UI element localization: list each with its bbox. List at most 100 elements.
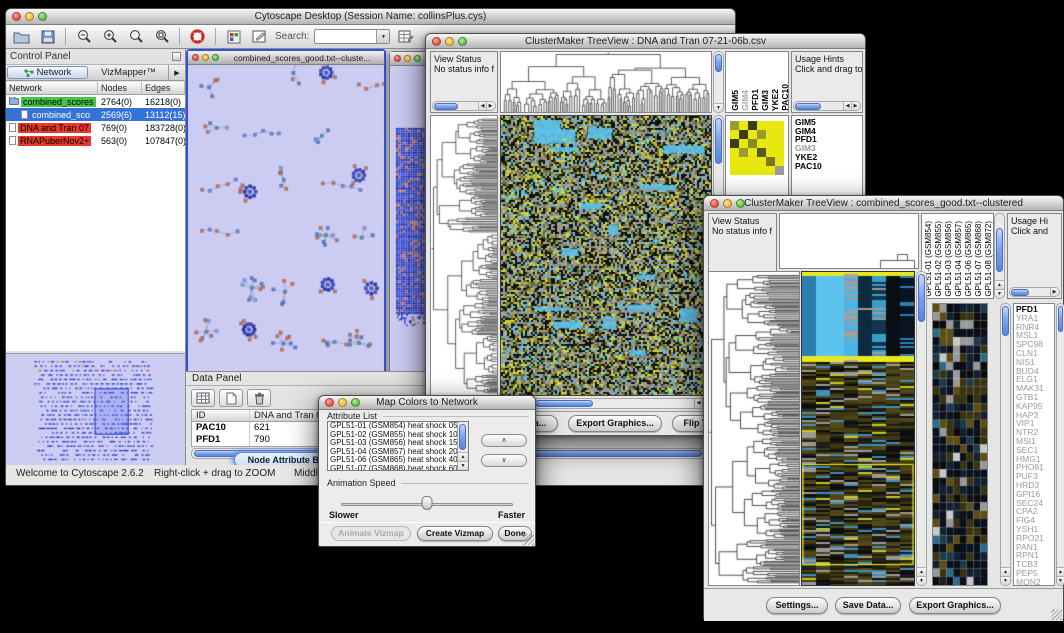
row-dendrogram-canvas[interactable] bbox=[431, 116, 497, 395]
gene-label[interactable]: MON2 bbox=[1016, 578, 1054, 586]
column-label[interactable]: GIM4 bbox=[741, 90, 750, 111]
scroll-thumb[interactable] bbox=[1002, 306, 1009, 336]
new-attribute-button[interactable] bbox=[219, 389, 243, 407]
move-down-button[interactable]: ∨ bbox=[481, 454, 527, 467]
experiment-column-labels[interactable]: GPL51-01 (GSM854)GPL51-02 (GSM855)GPL51-… bbox=[921, 213, 994, 299]
network-list-header[interactable]: Network Nodes Edges bbox=[6, 82, 185, 95]
heatmap-canvas[interactable] bbox=[802, 272, 914, 585]
scroll-up-icon[interactable]: ▲ bbox=[1001, 567, 1010, 576]
scroll-up-icon[interactable]: ▲ bbox=[917, 567, 926, 576]
scroll-up-icon[interactable]: ▲ bbox=[995, 280, 1004, 289]
dialog-titlebar[interactable]: Map Colors to Network bbox=[319, 396, 535, 410]
scroll-up-icon[interactable]: ▲ bbox=[458, 452, 468, 461]
column-dendrogram-canvas[interactable] bbox=[501, 52, 711, 112]
column-label[interactable]: GIM5 bbox=[731, 90, 740, 111]
minimize-icon[interactable] bbox=[723, 199, 732, 208]
network-view-canvas[interactable] bbox=[188, 65, 384, 377]
col-header-network[interactable]: Network bbox=[6, 82, 98, 95]
zoom-icon[interactable] bbox=[351, 398, 360, 407]
zoom-selected-icon[interactable] bbox=[151, 27, 172, 46]
table-edit-icon[interactable] bbox=[395, 27, 416, 46]
zoom-out-icon[interactable] bbox=[73, 27, 94, 46]
close-icon[interactable] bbox=[12, 12, 21, 21]
column-label[interactable]: GPL51-06 (GSM865) bbox=[964, 221, 973, 297]
minimize-icon[interactable] bbox=[202, 54, 209, 61]
col-header-edges[interactable]: Edges bbox=[142, 82, 185, 95]
cytoscape-titlebar[interactable]: Cytoscape Desktop (Session Name: collins… bbox=[6, 9, 735, 25]
column-label[interactable]: PFD1 bbox=[751, 89, 760, 111]
treeview-combined-titlebar[interactable]: ClusterMaker TreeView : combined_scores_… bbox=[704, 196, 1063, 211]
scroll-thumb[interactable] bbox=[715, 54, 722, 72]
scroll-thumb[interactable] bbox=[1058, 306, 1063, 332]
scroll-right-icon[interactable]: ▶ bbox=[851, 102, 859, 111]
animate-vizmap-button[interactable]: Animate Vizmap bbox=[331, 526, 411, 541]
network-overview-canvas[interactable] bbox=[6, 354, 185, 465]
scroll-left-icon[interactable]: ◀ bbox=[843, 102, 851, 111]
minimize-icon[interactable] bbox=[404, 55, 411, 62]
network-row[interactable]: combined_sco2569(6)13112(15) bbox=[6, 108, 185, 121]
zoom-fit-icon[interactable] bbox=[125, 27, 146, 46]
col-header-nodes[interactable]: Nodes bbox=[98, 82, 142, 95]
usage-hints-scrollbar[interactable]: ◀ ▶ bbox=[793, 101, 861, 111]
matrix-column-labels[interactable]: GIM5GIM4PFD1GIM3YKE2PAC10 bbox=[725, 51, 789, 113]
zoom-icon[interactable] bbox=[212, 54, 219, 61]
column-label[interactable]: YKE2 bbox=[771, 89, 780, 111]
move-up-button[interactable]: ∧ bbox=[481, 434, 527, 447]
zoom-in-icon[interactable] bbox=[99, 27, 120, 46]
attribute-list-vscrollbar[interactable]: ▲ ▼ bbox=[457, 422, 468, 470]
zoom-icon[interactable] bbox=[38, 12, 47, 21]
save-session-button[interactable] bbox=[37, 27, 58, 46]
tab-vizmapper[interactable]: VizMapper™ bbox=[89, 65, 169, 80]
search-dropdown-icon[interactable]: ▼ bbox=[376, 30, 389, 43]
gene-list-vscrollbar[interactable]: ▲ ▼ bbox=[1056, 303, 1064, 586]
zoom-icon[interactable] bbox=[736, 199, 745, 208]
search-input[interactable]: ▼ bbox=[314, 29, 390, 44]
scroll-thumb[interactable] bbox=[918, 274, 925, 322]
scroll-down-icon[interactable]: ▼ bbox=[714, 103, 723, 112]
attribute-item[interactable]: GPL51-07 (GSM868) heat shock 60 min bbox=[330, 465, 457, 470]
network-view-titlebar[interactable]: combined_scores_good.txt--cluste... bbox=[188, 51, 384, 65]
column-label[interactable]: GPL51-03 (GSM856) bbox=[944, 221, 953, 297]
zoom-heatmap-canvas[interactable] bbox=[933, 304, 987, 585]
minimize-icon[interactable] bbox=[338, 398, 347, 407]
scroll-up-icon[interactable]: ▲ bbox=[1057, 567, 1064, 576]
dendrogram-vscrollbar[interactable]: ▼ bbox=[713, 51, 724, 113]
zoom-icon[interactable] bbox=[414, 55, 421, 62]
scroll-thumb[interactable] bbox=[996, 228, 1003, 272]
float-panel-icon[interactable] bbox=[172, 52, 181, 61]
network-row[interactable]: DNA and Tran 07769(0)183728(0) bbox=[6, 121, 185, 134]
scroll-down-icon[interactable]: ▼ bbox=[458, 461, 468, 470]
scroll-left-icon[interactable]: ◀ bbox=[694, 399, 702, 408]
tab-overflow-icon[interactable]: ▶ bbox=[169, 65, 185, 80]
save-data-button[interactable]: Save Data... bbox=[835, 597, 901, 614]
settings-button[interactable]: Settings... bbox=[766, 597, 828, 614]
column-label[interactable]: GPL51-02 (GSM855) bbox=[934, 221, 943, 297]
search-value[interactable] bbox=[315, 30, 376, 43]
column-label[interactable]: PAC10 bbox=[781, 84, 789, 111]
close-icon[interactable] bbox=[192, 54, 199, 61]
global-matrix[interactable] bbox=[730, 121, 784, 175]
gene-label[interactable]: PAC10 bbox=[795, 162, 862, 171]
attribute-list[interactable]: GPL51-01 (GSM854) heat shock 05 minGPL51… bbox=[330, 422, 457, 470]
col-header-id[interactable]: ID bbox=[192, 410, 250, 421]
column-labels-vscrollbar[interactable]: ▲ ▼ bbox=[994, 213, 1005, 299]
select-attributes-button[interactable] bbox=[191, 389, 215, 407]
scroll-down-icon[interactable]: ▼ bbox=[1057, 576, 1064, 585]
scroll-right-icon[interactable]: ▶ bbox=[486, 102, 494, 111]
column-dendrogram-canvas[interactable] bbox=[780, 214, 918, 268]
scroll-thumb[interactable] bbox=[434, 103, 458, 110]
scroll-thumb[interactable] bbox=[715, 118, 722, 164]
minimize-icon[interactable] bbox=[445, 37, 454, 46]
scroll-left-icon[interactable]: ◀ bbox=[478, 102, 486, 111]
export-graphics-button[interactable]: Export Graphics... bbox=[568, 415, 662, 432]
column-label[interactable]: GIM3 bbox=[761, 90, 770, 111]
scroll-thumb[interactable] bbox=[1011, 289, 1029, 296]
open-session-button[interactable] bbox=[11, 27, 32, 46]
view-status-scrollbar[interactable]: ◀ ▶ bbox=[432, 101, 496, 111]
zoom-vscrollbar[interactable]: ▲ ▼ bbox=[1000, 303, 1011, 586]
resize-grip[interactable] bbox=[523, 534, 534, 545]
close-icon[interactable] bbox=[710, 199, 719, 208]
close-icon[interactable] bbox=[325, 398, 334, 407]
column-label[interactable]: GPL51-07 (GSM868) bbox=[974, 221, 983, 297]
minimize-icon[interactable] bbox=[25, 12, 34, 21]
